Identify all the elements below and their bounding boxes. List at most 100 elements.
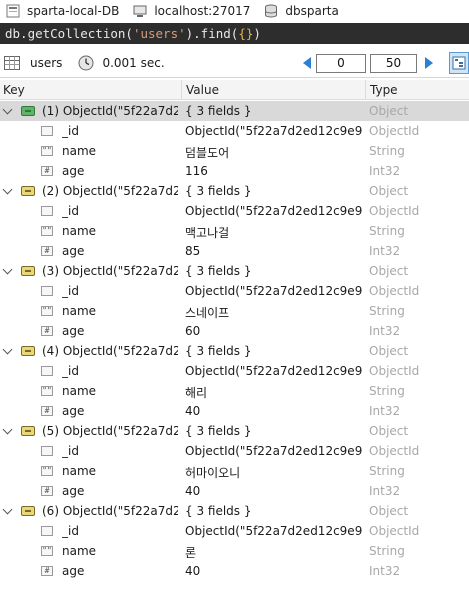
column-divider[interactable] — [181, 80, 182, 100]
field-key: name — [62, 384, 97, 398]
document-type: Object — [369, 344, 409, 358]
chevron-down-icon[interactable] — [2, 344, 13, 355]
connection-host[interactable]: localhost:27017 — [133, 4, 250, 18]
table-icon — [4, 55, 20, 70]
field-row[interactable]: # age 40 Int32 — [0, 481, 469, 501]
field-row[interactable]: "" name 해리 String — [0, 381, 469, 401]
field-row[interactable]: "" name 론 String — [0, 541, 469, 561]
connection-name[interactable]: sparta-local-DB — [6, 4, 119, 18]
field-row[interactable]: _id ObjectId("5f22a7d2ed12c9e9e... ObjectI… — [0, 441, 469, 461]
field-value: 스네이프 — [185, 306, 230, 320]
field-row[interactable]: _id ObjectId("5f22a7d2ed12c9e9e... ObjectI… — [0, 121, 469, 141]
connection-host-text: localhost:27017 — [154, 4, 251, 18]
column-value[interactable]: Value — [186, 83, 219, 97]
query-text: db.getCollection('users').find({}) — [5, 26, 261, 41]
field-row[interactable]: _id ObjectId("5f22a7d2ed12c9e9e... ObjectI… — [0, 521, 469, 541]
computer-icon — [133, 5, 147, 17]
previous-page-icon[interactable] — [303, 57, 311, 69]
field-row[interactable]: "" name 덤블도어 String — [0, 141, 469, 161]
field-value: ObjectId("5f22a7d2ed12c9e9e... — [185, 444, 363, 458]
document-row[interactable]: (1) ObjectId("5f22a7d2... { 3 fields } Obj… — [0, 101, 469, 121]
limit-input[interactable]: 50 — [370, 54, 417, 73]
tree-view-toggle[interactable] — [449, 52, 469, 74]
field-key: name — [62, 144, 97, 158]
objectid-field-icon — [41, 286, 53, 296]
field-row[interactable]: # age 60 Int32 — [0, 321, 469, 341]
field-type: Int32 — [369, 564, 401, 578]
field-row[interactable]: _id ObjectId("5f22a7d2ed12c9e9e... ObjectI… — [0, 281, 469, 301]
chevron-down-icon[interactable] — [2, 104, 13, 115]
document-value: { 3 fields } — [185, 104, 252, 118]
int-field-icon: # — [41, 566, 53, 576]
document-icon — [21, 346, 35, 356]
field-row[interactable]: "" name 맥고나걸 String — [0, 221, 469, 241]
field-value: 맥고나걸 — [185, 226, 230, 240]
field-key: age — [62, 404, 85, 418]
collection-name: users — [30, 55, 63, 70]
int-field-icon: # — [41, 166, 53, 176]
connection-database[interactable]: dbsparta — [264, 4, 339, 18]
field-row[interactable]: _id ObjectId("5f22a7d2ed12c9e9e... ObjectI… — [0, 201, 469, 221]
field-key: age — [62, 244, 85, 258]
field-value: 론 — [185, 546, 197, 560]
field-key: _id — [62, 204, 79, 218]
chevron-down-icon[interactable] — [2, 184, 13, 195]
elapsed-time: 0.001 sec. — [102, 55, 165, 70]
document-icon — [21, 186, 35, 196]
document-type: Object — [369, 184, 409, 198]
clock-icon — [78, 55, 94, 70]
document-row[interactable]: (3) ObjectId("5f22a7d2... { 3 fields } Obj… — [0, 261, 469, 281]
document-type: Object — [369, 504, 409, 518]
document-row[interactable]: (6) ObjectId("5f22a7d2... { 3 fields } Obj… — [0, 501, 469, 521]
document-type: Object — [369, 424, 409, 438]
document-icon — [21, 426, 35, 436]
document-label: (4) ObjectId("5f22a7d2... — [42, 344, 178, 358]
column-key[interactable]: Key — [3, 83, 25, 97]
field-row[interactable]: "" name 허마이오니 String — [0, 461, 469, 481]
field-row[interactable]: _id ObjectId("5f22a7d2ed12c9e9e... ObjectI… — [0, 361, 469, 381]
next-page-icon[interactable] — [425, 57, 433, 69]
field-type: String — [369, 144, 405, 158]
connection-name-text: sparta-local-DB — [27, 4, 120, 18]
column-type[interactable]: Type — [370, 83, 398, 97]
field-value: 해리 — [185, 386, 208, 400]
document-row[interactable]: (2) ObjectId("5f22a7d2... { 3 fields } Obj… — [0, 181, 469, 201]
field-type: ObjectId — [369, 524, 420, 538]
field-value: 허마이오니 — [185, 466, 241, 480]
field-row[interactable]: # age 40 Int32 — [0, 401, 469, 421]
query-editor[interactable]: db.getCollection('users').find({}) — [0, 23, 469, 44]
column-header: Key Value Type — [0, 80, 469, 100]
string-field-icon: "" — [41, 386, 53, 396]
document-row[interactable]: (5) ObjectId("5f22a7d2... { 3 fields } Obj… — [0, 421, 469, 441]
field-type: ObjectId — [369, 124, 420, 138]
field-row[interactable]: # age 116 Int32 — [0, 161, 469, 181]
field-type: Int32 — [369, 484, 401, 498]
field-key: age — [62, 324, 85, 338]
field-type: String — [369, 224, 405, 238]
skip-input[interactable]: 0 — [316, 54, 366, 73]
field-row[interactable]: # age 40 Int32 — [0, 561, 469, 581]
collection-indicator: users — [4, 55, 63, 70]
chevron-down-icon[interactable] — [2, 264, 13, 275]
connection-bar: sparta-local-DB localhost:27017 dbsparta — [0, 0, 469, 22]
objectid-field-icon — [41, 366, 53, 376]
field-value: ObjectId("5f22a7d2ed12c9e9e... — [185, 364, 363, 378]
field-key: name — [62, 304, 97, 318]
document-icon — [21, 266, 35, 276]
field-row[interactable]: # age 85 Int32 — [0, 241, 469, 261]
string-field-icon: "" — [41, 226, 53, 236]
string-field-icon: "" — [41, 146, 53, 156]
document-row[interactable]: (4) ObjectId("5f22a7d2... { 3 fields } Obj… — [0, 341, 469, 361]
chevron-down-icon[interactable] — [2, 424, 13, 435]
document-value: { 3 fields } — [185, 344, 252, 358]
int-field-icon: # — [41, 326, 53, 336]
objectid-field-icon — [41, 526, 53, 536]
string-field-icon: "" — [41, 306, 53, 316]
column-divider[interactable] — [365, 80, 366, 100]
connection-database-text: dbsparta — [285, 4, 339, 18]
field-key: _id — [62, 124, 79, 138]
field-value: 85 — [185, 244, 201, 258]
field-row[interactable]: "" name 스네이프 String — [0, 301, 469, 321]
chevron-down-icon[interactable] — [2, 504, 13, 515]
field-value: 116 — [185, 164, 208, 178]
